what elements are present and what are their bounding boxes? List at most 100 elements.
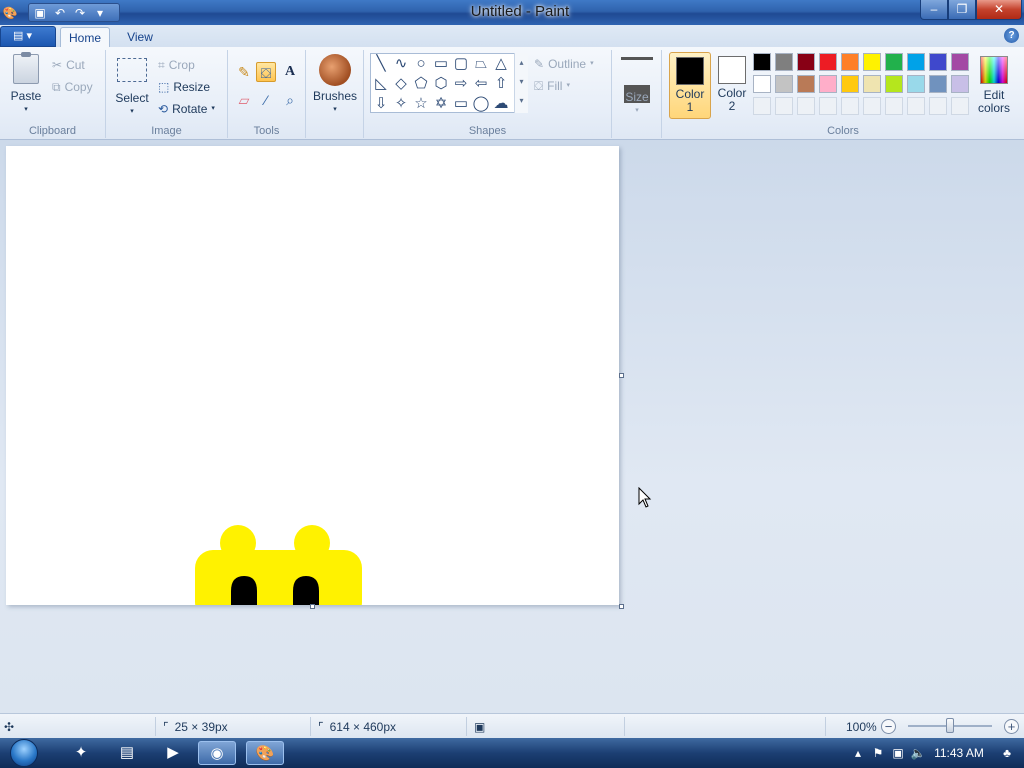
messenger-app-icon[interactable]: ◉ <box>198 741 236 765</box>
drawing-canvas[interactable] <box>6 146 619 605</box>
resize-button[interactable]: ⬚ Resize <box>158 78 210 96</box>
media-app-icon[interactable]: ✦ <box>62 741 100 765</box>
palette-empty-swatch[interactable] <box>775 97 793 115</box>
windows-taskbar: ✦ ▤ ▶ ◉ 🎨 ▴ ⚑ ▣ 🔈 11:43 AM ♣ <box>0 738 1024 768</box>
palette-color-swatch[interactable] <box>951 53 969 71</box>
five-point-star-shape-icon[interactable]: ☆ <box>411 94 431 114</box>
palette-empty-swatch[interactable] <box>819 97 837 115</box>
palette-color-swatch[interactable] <box>819 75 837 93</box>
right-arrow-shape-icon[interactable]: ⇨ <box>451 74 471 94</box>
palette-color-swatch[interactable] <box>863 53 881 71</box>
paint-taskbar-icon[interactable]: 🎨 <box>246 741 284 765</box>
palette-color-swatch[interactable] <box>885 75 903 93</box>
file-explorer-icon[interactable]: ▤ <box>108 741 146 765</box>
canvas-resize-handle-bottom[interactable] <box>310 604 315 609</box>
color1-button[interactable]: Color 1 <box>669 52 711 119</box>
rectangle-shape-icon[interactable]: ▭ <box>431 54 451 74</box>
cut-button[interactable]: ✂ Cut <box>52 56 85 74</box>
palette-color-swatch[interactable] <box>775 75 793 93</box>
crop-button[interactable]: ⌗ Crop <box>158 56 195 74</box>
eraser-icon[interactable]: ▱ <box>234 90 254 110</box>
right-triangle-shape-icon[interactable]: ◺ <box>371 74 391 94</box>
copy-button[interactable]: ⧉ Copy <box>52 78 93 96</box>
four-point-star-shape-icon[interactable]: ✧ <box>391 94 411 114</box>
zoom-out-button[interactable]: − <box>881 719 896 734</box>
palette-color-swatch[interactable] <box>753 75 771 93</box>
outline-button[interactable]: ✎ Outline ▾ <box>534 55 594 73</box>
close-button[interactable]: ✕ <box>976 0 1022 20</box>
pentagon-shape-icon[interactable]: ⬠ <box>411 74 431 94</box>
palette-empty-swatch[interactable] <box>907 97 925 115</box>
hexagon-shape-icon[interactable]: ⬡ <box>431 74 451 94</box>
palette-color-swatch[interactable] <box>863 75 881 93</box>
palette-color-swatch[interactable] <box>907 53 925 71</box>
zoom-slider-thumb[interactable] <box>946 718 954 733</box>
palette-color-swatch[interactable] <box>951 75 969 93</box>
palette-color-swatch[interactable] <box>841 75 859 93</box>
oval-shape-icon[interactable]: ○ <box>411 54 431 74</box>
paste-button[interactable]: Paste ▾ <box>6 52 46 116</box>
clock[interactable]: 11:43 AM <box>928 746 990 760</box>
oval-callout-shape-icon[interactable]: ◯ <box>471 94 491 114</box>
magnifier-icon[interactable]: ⌕ <box>280 90 300 110</box>
palette-color-swatch[interactable] <box>797 75 815 93</box>
triangle-shape-icon[interactable]: △ <box>491 54 511 74</box>
palette-empty-swatch[interactable] <box>929 97 947 115</box>
cloud-callout-shape-icon[interactable]: ☁ <box>491 94 511 114</box>
shapes-scroll[interactable]: ▴ ▾ ▾ <box>514 53 528 113</box>
help-icon[interactable]: ? <box>1004 28 1019 43</box>
zoom-in-button[interactable]: + <box>1004 719 1019 734</box>
polygon-shape-icon[interactable]: ⏢ <box>471 54 491 74</box>
rectangle-callout-shape-icon[interactable]: ▭ <box>451 94 471 114</box>
palette-color-swatch[interactable] <box>819 53 837 71</box>
text-tool-icon[interactable]: A <box>280 62 300 82</box>
palette-color-swatch[interactable] <box>885 53 903 71</box>
rotate-button[interactable]: ⟲ Rotate ▾ <box>158 100 215 118</box>
palette-empty-swatch[interactable] <box>863 97 881 115</box>
tab-home[interactable]: Home <box>60 27 110 48</box>
paint-menu-button[interactable]: ▤ ▾ <box>0 26 56 47</box>
start-button[interactable] <box>4 738 44 768</box>
network-icon[interactable]: ▣ <box>888 743 908 763</box>
palette-color-swatch[interactable] <box>907 75 925 93</box>
palette-color-swatch[interactable] <box>929 75 947 93</box>
palette-color-swatch[interactable] <box>929 53 947 71</box>
palette-color-swatch[interactable] <box>775 53 793 71</box>
fill-button[interactable]: ⛋ Fill ▾ <box>534 77 570 95</box>
palette-color-swatch[interactable] <box>841 53 859 71</box>
media-player-icon[interactable]: ▶ <box>154 741 192 765</box>
action-center-flag-icon[interactable]: ⚑ <box>868 743 888 763</box>
edit-colors-button[interactable]: Edit colors <box>973 52 1015 115</box>
color-picker-icon[interactable]: ⁄ <box>256 90 276 110</box>
curve-shape-icon[interactable]: ∿ <box>391 54 411 74</box>
palette-color-swatch[interactable] <box>753 53 771 71</box>
color2-button[interactable]: Color 2 <box>714 52 750 119</box>
six-point-star-shape-icon[interactable]: ✡ <box>431 94 451 114</box>
show-desktop-icon[interactable]: ♣ <box>990 743 1024 763</box>
palette-empty-swatch[interactable] <box>797 97 815 115</box>
palette-empty-swatch[interactable] <box>951 97 969 115</box>
down-arrow-shape-icon[interactable]: ⇩ <box>371 94 391 114</box>
ribbon-tab-row: ▤ ▾ Home View ? <box>0 25 1024 48</box>
select-button[interactable]: Select ▾ <box>112 54 152 118</box>
size-button[interactable]: Size ▾ <box>616 54 658 117</box>
maximize-button[interactable]: ❐ <box>948 0 976 20</box>
palette-empty-swatch[interactable] <box>885 97 903 115</box>
left-arrow-shape-icon[interactable]: ⇦ <box>471 74 491 94</box>
canvas-resize-handle-right[interactable] <box>619 373 624 378</box>
tab-view[interactable]: View <box>118 27 162 48</box>
rounded-rectangle-shape-icon[interactable]: ▢ <box>451 54 471 74</box>
brushes-button[interactable]: Brushes ▾ <box>312 54 358 116</box>
fill-bucket-icon[interactable]: ⛋ <box>256 62 276 82</box>
minimize-button[interactable]: – <box>920 0 948 20</box>
pencil-icon[interactable]: ✎ <box>234 62 254 82</box>
canvas-resize-handle-corner[interactable] <box>619 604 624 609</box>
volume-muted-icon[interactable]: 🔈 <box>908 743 928 763</box>
palette-color-swatch[interactable] <box>797 53 815 71</box>
diamond-shape-icon[interactable]: ◇ <box>391 74 411 94</box>
show-hidden-icons-icon[interactable]: ▴ <box>848 743 868 763</box>
palette-empty-swatch[interactable] <box>753 97 771 115</box>
palette-empty-swatch[interactable] <box>841 97 859 115</box>
line-shape-icon[interactable]: ╲ <box>371 54 391 74</box>
up-arrow-shape-icon[interactable]: ⇧ <box>491 74 511 94</box>
